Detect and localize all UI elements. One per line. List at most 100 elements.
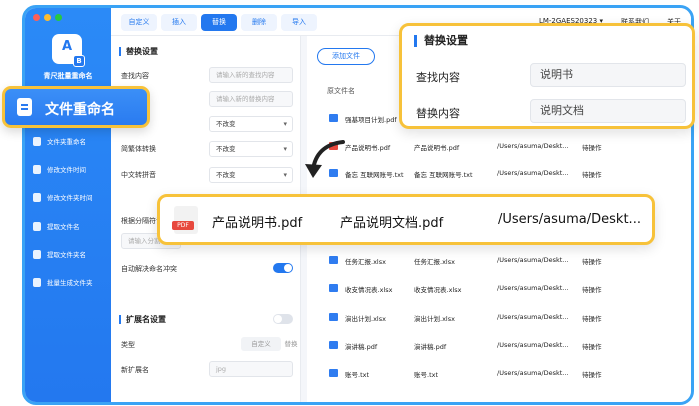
tab-insert[interactable]: 插入 [161, 14, 197, 31]
find-input[interactable]: 请输入新的查找内容 [209, 67, 293, 83]
trad-select[interactable]: 不改变 [209, 141, 293, 157]
cell-status: 待操作 [582, 286, 602, 294]
cell-path: /Users/asuma/Deskt... [497, 284, 569, 292]
cell-new: 演出计划.xlsx [414, 315, 455, 323]
cell-original: 演讲稿.pdf [345, 343, 378, 351]
folder-icon [329, 256, 338, 264]
pinyin-select[interactable]: 不改变 [209, 167, 293, 183]
cell-original: 账号.txt [345, 371, 370, 379]
cell-new: 备忘 互联网账号.txt [414, 171, 473, 179]
sidebar-item-batch-folder[interactable]: 批量生成文件夹 [33, 275, 107, 289]
folder-icon [329, 114, 338, 122]
sidebar-item-extract-folder[interactable]: 提取文件夹名 [33, 247, 107, 261]
tab-custom[interactable]: 自定义 [121, 14, 157, 31]
auto-resolve-toggle[interactable] [273, 263, 293, 273]
clock-icon [33, 164, 41, 174]
trad-label: 简繁体转换 [121, 145, 156, 153]
replace-input[interactable]: 请输入新的替换内容 [209, 91, 293, 107]
replace-settings-callout: 替换设置 查找内容 说明书 替换内容 说明文档 [399, 23, 695, 129]
type-option-replace[interactable]: 替换 [281, 337, 301, 351]
sidebar-item-extract-file[interactable]: 提取文件名 [33, 219, 107, 233]
logo-badge: B [73, 55, 85, 67]
cell-status: 待操作 [582, 371, 602, 379]
minimize-dot[interactable] [44, 14, 51, 21]
column-original-name: 原文件名 [327, 87, 355, 95]
type-label: 类型 [121, 341, 135, 349]
cell-original: 任务汇报.xlsx [345, 258, 386, 266]
pdf-icon [172, 206, 198, 234]
table-row[interactable]: 收支情况表.xlsx 收支情况表.xlsx /Users/asuma/Deskt… [307, 281, 691, 297]
cell-new: 演讲稿.pdf [414, 343, 447, 351]
tab-import[interactable]: 导入 [281, 14, 317, 31]
operation-tabs: 自定义 插入 替换 删除 导入 [121, 14, 317, 31]
ext-toggle[interactable] [273, 314, 293, 324]
feature-callout[interactable]: 文件重命名 [2, 86, 150, 128]
result-new-name: 产品说明文档.pdf [340, 216, 444, 231]
cell-status: 待操作 [582, 144, 602, 152]
sidebar-item-folder-rename[interactable]: 文件夹重命名 [33, 134, 107, 148]
sidebar-item-label: 提取文件名 [47, 223, 80, 231]
tab-delete[interactable]: 删除 [241, 14, 277, 31]
callout-find-label: 查找内容 [416, 71, 460, 84]
cell-path: /Users/asuma/Deskt... [497, 142, 569, 150]
add-file-button[interactable]: 添加文件 [317, 48, 375, 65]
cell-status: 待操作 [582, 343, 602, 351]
table-row[interactable]: 演出计划.xlsx 演出计划.xlsx /Users/asuma/Deskt..… [307, 310, 691, 326]
cell-path: /Users/asuma/Deskt... [497, 256, 569, 264]
zoom-dot[interactable] [55, 14, 62, 21]
table-row[interactable]: 账号.txt 账号.txt /Users/asuma/Deskt... 待操作 [307, 366, 691, 382]
sidebar: A B 青尺批量重命名 文件夹重命名 修改文件时间 修改文件夹时间 提取文件名 … [25, 8, 111, 402]
type-option-custom[interactable]: 自定义 [241, 337, 281, 351]
clock-icon [33, 192, 41, 202]
callout-find-input[interactable]: 说明书 [530, 63, 686, 87]
cell-new: 账号.txt [414, 371, 439, 379]
section-title-ext: 扩展名设置 [119, 315, 166, 324]
new-ext-input[interactable]: jpg [209, 361, 293, 377]
sidebar-item-label: 提取文件夹名 [47, 251, 86, 259]
folder-icon [329, 369, 338, 377]
table-row[interactable]: 备忘 互联网账号.txt 备忘 互联网账号.txt /Users/asuma/D… [307, 166, 691, 182]
cell-path: /Users/asuma/Deskt... [497, 341, 569, 349]
find-label: 查找内容 [121, 72, 149, 80]
callout-replace-input[interactable]: 说明文档 [530, 99, 686, 123]
case-select[interactable]: 不改变 [209, 116, 293, 132]
extract-icon [33, 221, 41, 231]
sidebar-item-label: 文件夹重命名 [47, 138, 86, 146]
sidebar-item-folder-time[interactable]: 修改文件夹时间 [33, 190, 107, 204]
cell-path: /Users/asuma/Deskt... [497, 369, 569, 377]
folder-icon [329, 341, 338, 349]
cell-status: 待操作 [582, 315, 602, 323]
cell-original: 备忘 互联网账号.txt [345, 171, 404, 179]
callout-title: 替换设置 [414, 35, 468, 47]
new-ext-label: 新扩展名 [121, 366, 149, 374]
sidebar-item-label: 批量生成文件夹 [47, 279, 93, 287]
sidebar-item-label: 修改文件夹时间 [47, 194, 93, 202]
folder-icon [329, 284, 338, 292]
cell-original: 强基项目计划.pdf [345, 116, 397, 124]
cell-status: 待操作 [582, 171, 602, 179]
app-logo: A B [52, 34, 85, 67]
cell-path: /Users/asuma/Deskt... [497, 313, 569, 321]
folder-plus-icon [33, 277, 41, 287]
sidebar-item-file-time[interactable]: 修改文件时间 [33, 162, 107, 176]
table-row[interactable]: 产品说明书.pdf 产品说明书.pdf /Users/asuma/Deskt..… [307, 139, 691, 155]
result-original-name: 产品说明书.pdf [212, 216, 303, 231]
close-dot[interactable] [33, 14, 40, 21]
folder-icon [329, 313, 338, 321]
cell-new: 收支情况表.xlsx [414, 286, 462, 294]
cell-status: 待操作 [582, 258, 602, 266]
table-row[interactable]: 任务汇报.xlsx 任务汇报.xlsx /Users/asuma/Deskt..… [307, 253, 691, 269]
result-path: /Users/asuma/Deskt... [498, 212, 641, 227]
app-name: 青尺批量重命名 [43, 72, 93, 80]
window-controls [33, 14, 62, 21]
cell-original: 演出计划.xlsx [345, 315, 386, 323]
tab-replace[interactable]: 替换 [201, 14, 237, 31]
feature-label: 文件重命名 [45, 102, 115, 118]
curved-arrow-icon [305, 140, 345, 178]
auto-resolve-label: 自动解决命名冲突 [121, 265, 177, 273]
folder-icon [33, 136, 41, 146]
result-row-callout: 产品说明书.pdf 产品说明文档.pdf /Users/asuma/Deskt.… [157, 194, 655, 245]
cell-original: 产品说明书.pdf [345, 144, 391, 152]
table-row[interactable]: 演讲稿.pdf 演讲稿.pdf /Users/asuma/Deskt... 待操… [307, 338, 691, 354]
cell-path: /Users/asuma/Deskt... [497, 169, 569, 177]
